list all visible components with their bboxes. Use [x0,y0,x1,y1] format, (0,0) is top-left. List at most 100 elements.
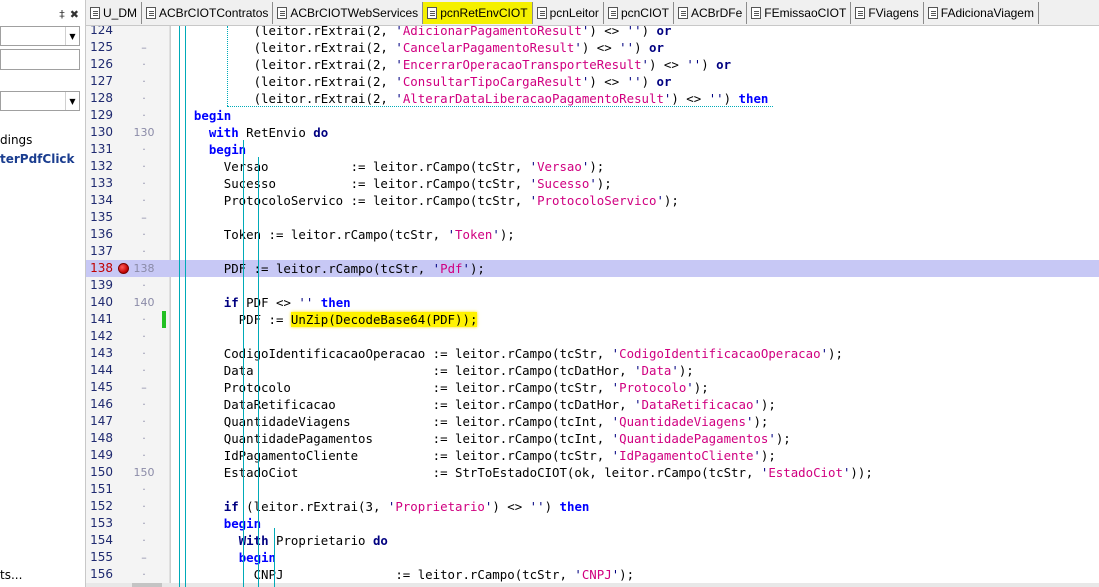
code-text[interactable]: IdPagamentoCliente := leitor.rCampo(tcSt… [179,447,776,464]
code-text[interactable]: Data := leitor.rCampo(tcDatHor, 'Data'); [179,362,694,379]
code-text[interactable]: (leitor.rExtrai(2, 'AdicionarPagamentoRe… [179,26,672,39]
line-number[interactable]: 132 [86,158,113,175]
line-number[interactable]: 155 [86,549,113,566]
code-line[interactable]: 153 · begin [86,515,1099,532]
line-number[interactable]: 127 [86,73,113,90]
line-number[interactable]: 140 [86,294,113,311]
code-text[interactable]: QuantidadePagamentos := leitor.rCampo(tc… [179,430,791,447]
line-number[interactable]: 142 [86,328,113,345]
code-line[interactable]: 127 · (leitor.rExtrai(2, 'ConsultarTipoCa… [86,73,1099,90]
code-line[interactable]: 145– Protocolo := leitor.rCampo(tcStr, '… [86,379,1099,396]
tab-fviagens[interactable]: FViagens [851,1,924,24]
panel-item-selected[interactable]: terPdfClick [0,152,75,166]
line-number[interactable]: 154 [86,532,113,549]
tab-pcnciot[interactable]: pcnCIOT [604,1,674,24]
panel-combo-top[interactable]: ▼ [0,26,80,46]
tab-pcnleitor[interactable]: pcnLeitor [533,1,604,24]
code-line[interactable]: 128 · (leitor.rExtrai(2, 'AlterarDataLibe… [86,90,1099,107]
line-number[interactable]: 136 [86,226,113,243]
line-number[interactable]: 130 [86,124,113,141]
code-line[interactable]: 150 150 EstadoCiot := StrToEstadoCIOT(ok,… [86,464,1099,481]
code-text[interactable]: PDF := UnZip(DecodeBase64(PDF)); [179,311,478,328]
line-number[interactable]: 128 [86,90,113,107]
code-line[interactable]: 129 · begin [86,107,1099,124]
code-text[interactable]: EstadoCiot := StrToEstadoCIOT(ok, leitor… [179,464,873,481]
panel-search-input[interactable] [0,49,80,70]
code-line[interactable]: 148 · QuantidadePagamentos := leitor.rCam… [86,430,1099,447]
line-number[interactable]: 124 [86,26,113,39]
line-number[interactable]: 148 [86,430,113,447]
chevron-down-icon[interactable]: ▼ [65,27,79,45]
code-line[interactable]: 138 138 PDF := leitor.rCampo(tcStr, 'Pdf'… [86,260,1099,277]
code-line[interactable]: 149 · IdPagamentoCliente := leitor.rCampo… [86,447,1099,464]
line-number[interactable]: 143 [86,345,113,362]
code-line[interactable]: 147 · QuantidadeViagens := leitor.rCampo(… [86,413,1099,430]
tab-u_dm[interactable]: U_DM [86,1,143,24]
code-text[interactable]: with RetEnvio do [179,124,328,141]
tab-acbrdfe[interactable]: ACBrDFe [674,1,748,24]
line-number[interactable]: 151 [86,481,113,498]
code-text[interactable]: PDF := leitor.rCampo(tcStr, 'Pdf'); [179,260,485,277]
scrollbar-thumb[interactable] [132,583,162,587]
code-line[interactable]: 133 · Sucesso := leitor.rCampo(tcStr, 'Su… [86,175,1099,192]
line-number[interactable]: 153 [86,515,113,532]
code-text[interactable]: (leitor.rExtrai(2, 'EncerrarOperacaoTran… [179,56,732,73]
pin-icon[interactable]: ‡ [59,8,65,21]
tab-femissaociot[interactable]: FEmissaoCIOT [747,1,852,24]
line-number[interactable]: 146 [86,396,113,413]
line-number[interactable]: 152 [86,498,113,515]
line-number[interactable]: 150 [86,464,113,481]
code-line[interactable]: 134 · ProtocoloServico := leitor.rCampo(t… [86,192,1099,209]
code-line[interactable]: 137 · [86,243,1099,260]
line-number[interactable]: 129 [86,107,113,124]
code-line[interactable]: 132 · Versao := leitor.rCampo(tcStr, 'Ver… [86,158,1099,175]
code-text[interactable]: begin [179,141,246,158]
code-text[interactable]: begin [179,549,276,566]
line-number[interactable]: 134 [86,192,113,209]
code-line[interactable]: 124 (leitor.rExtrai(2, 'AdicionarPagamen… [86,26,1099,39]
line-number[interactable]: 145 [86,379,113,396]
code-line[interactable]: 131 · begin [86,141,1099,158]
line-number[interactable]: 138 [86,260,113,277]
code-line[interactable]: 155 – begin [86,549,1099,566]
code-text[interactable]: ProtocoloServico := leitor.rCampo(tcStr,… [179,192,679,209]
code-line[interactable]: 144 · Data := leitor.rCampo(tcDatHor, 'Da… [86,362,1099,379]
tab-fadicionaviagem[interactable]: FAdicionaViagem [924,1,1039,24]
code-text[interactable]: DataRetificacao := leitor.rCampo(tcDatHo… [179,396,776,413]
code-line[interactable]: 152 · if (leitor.rExtrai(3, 'Proprietario… [86,498,1099,515]
code-line[interactable]: 143 · CodigoIdentificacaoOperacao := leit… [86,345,1099,362]
line-number[interactable]: 126 [86,56,113,73]
panel-item-text[interactable]: dings [0,133,32,147]
code-text[interactable]: QuantidadeViagens := leitor.rCampo(tcInt… [179,413,769,430]
line-number[interactable]: 147 [86,413,113,430]
line-number[interactable]: 131 [86,141,113,158]
tab-pcnretenvciot[interactable]: pcnRetEnvCIOT [423,1,533,24]
code-line[interactable]: 136 · Token := leitor.rCampo(tcStr, 'Toke… [86,226,1099,243]
code-line[interactable]: 146 · DataRetificacao := leitor.rCampo(tc… [86,396,1099,413]
code-text[interactable]: begin [179,515,261,532]
code-line[interactable]: 141 · PDF := UnZip(DecodeBase64(PDF)); [86,311,1099,328]
code-text[interactable]: begin [179,107,231,124]
code-line[interactable]: 135 – [86,209,1099,226]
line-number[interactable]: 137 [86,243,113,260]
code-text[interactable]: (leitor.rExtrai(2, 'AlterarDataLiberacao… [179,90,769,107]
code-line[interactable]: 154 · With Proprietario do [86,532,1099,549]
code-line[interactable]: 130 130 with RetEnvio do [86,124,1099,141]
line-number[interactable]: 149 [86,447,113,464]
code-line[interactable]: 125 – (leitor.rExtrai(2, 'CancelarPagamen… [86,39,1099,56]
code-editor[interactable]: 124 (leitor.rExtrai(2, 'AdicionarPagamen… [86,26,1099,587]
horizontal-scrollbar[interactable] [86,583,1099,587]
panel-combo-bottom[interactable]: ▼ [0,91,80,111]
code-line[interactable]: 140 140 if PDF <> '' then [86,294,1099,311]
code-text[interactable]: (leitor.rExtrai(2, 'CancelarPagamentoRes… [179,39,664,56]
close-icon[interactable]: ✖ [70,8,79,21]
code-text[interactable]: CNPJ := leitor.rCampo(tcStr, 'CNPJ'); [179,566,634,583]
code-text[interactable]: (leitor.rExtrai(2, 'ConsultarTipoCargaRe… [179,73,672,90]
code-line[interactable]: 126 · (leitor.rExtrai(2, 'EncerrarOperaca… [86,56,1099,73]
code-text[interactable]: Token := leitor.rCampo(tcStr, 'Token'); [179,226,515,243]
line-number[interactable]: 139 [86,277,113,294]
code-line[interactable]: 151 · [86,481,1099,498]
code-line[interactable]: 142 · [86,328,1099,345]
chevron-down-icon[interactable]: ▼ [65,92,79,110]
line-number[interactable]: 141 [86,311,113,328]
